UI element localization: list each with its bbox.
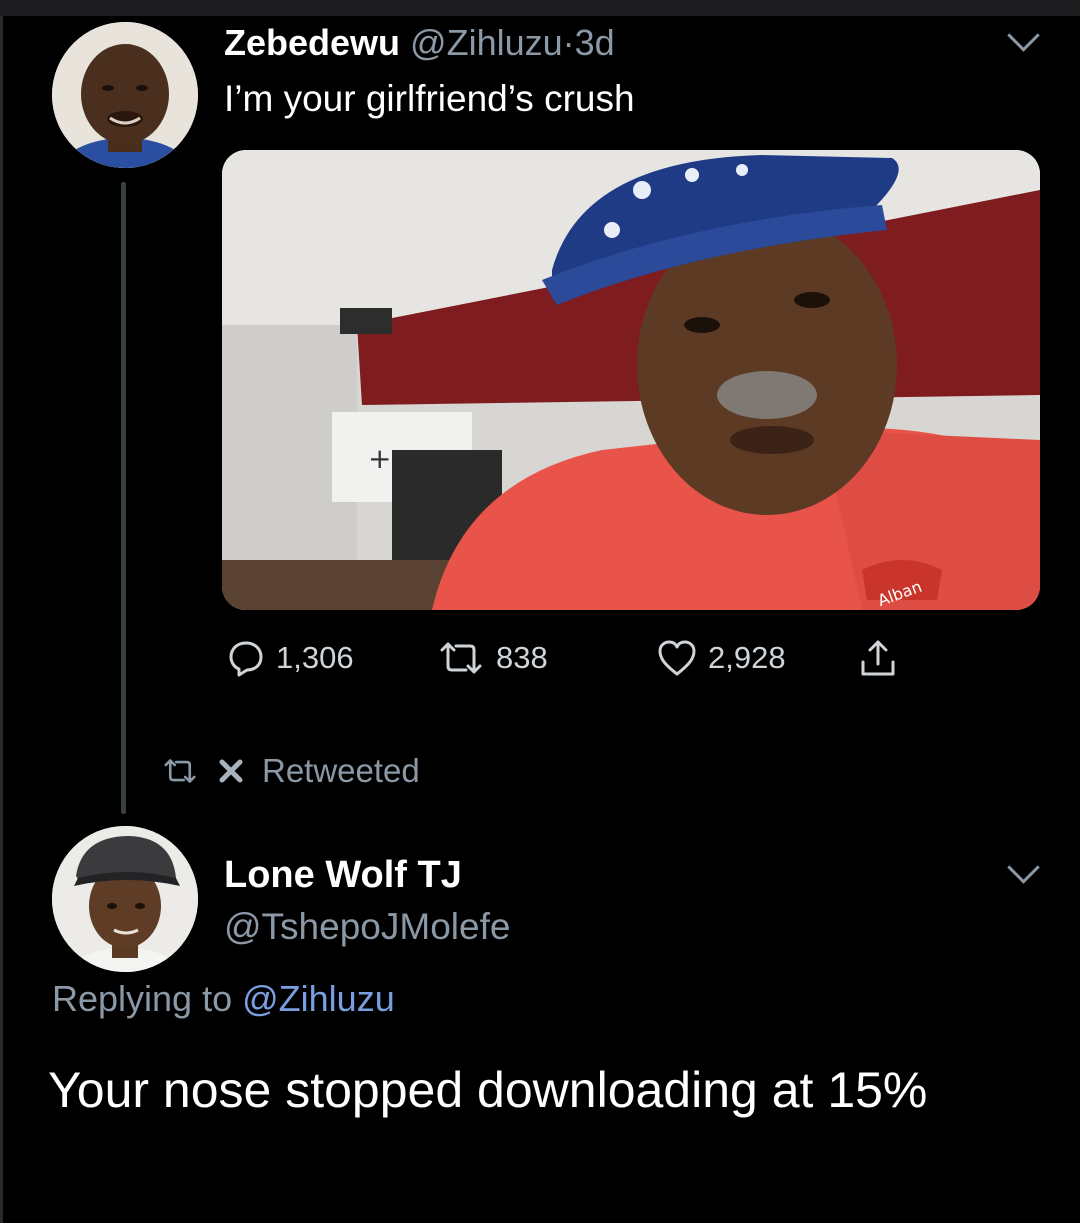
replying-to-line: Replying to @Zihluzu [52, 978, 395, 1020]
top-status-bar [0, 0, 1080, 16]
reply-count: 1,306 [276, 640, 354, 675]
heart-icon [658, 640, 696, 676]
tweet-header: Zebedewu @Zihluzu·3d [224, 22, 615, 64]
reply-action[interactable]: 1,306 [226, 638, 354, 678]
retweeted-label: Retweeted [262, 752, 420, 789]
share-action[interactable] [858, 638, 898, 680]
replying-prefix: Replying to [52, 978, 233, 1019]
replying-to-mention[interactable]: @Zihluzu [242, 978, 395, 1019]
left-edge-border [0, 16, 3, 1223]
chevron-down-icon[interactable] [1007, 19, 1040, 52]
reply-author-name[interactable]: Lone Wolf TJ [224, 854, 462, 897]
reply-bubble-icon [229, 641, 263, 677]
share-icon [861, 640, 895, 676]
tweet-text: I’m your girlfriend’s crush [224, 78, 635, 119]
svg-text:+: + [368, 442, 391, 475]
tweet-photo[interactable]: + Alban [222, 150, 1040, 610]
retweeted-banner: Retweeted [160, 752, 420, 790]
retweet-icon [164, 759, 196, 783]
photo-illustration: + Alban [222, 150, 1040, 610]
retweet-count: 838 [496, 640, 548, 675]
author-display-name[interactable]: Zebedewu [224, 22, 400, 63]
tweet-actions: 1,306 838 2,928 [0, 638, 1080, 682]
author-avatar[interactable] [52, 22, 198, 168]
reply-author-avatar[interactable] [52, 826, 198, 972]
reply-author-handle[interactable]: @TshepoJMolefe [224, 906, 510, 948]
retweet-action[interactable]: 838 [436, 638, 548, 678]
x-close-icon [219, 759, 243, 783]
tweet-time[interactable]: 3d [575, 22, 615, 63]
like-count: 2,928 [708, 640, 786, 675]
time-separator: · [562, 22, 575, 63]
reply-text: Your nose stopped downloading at 15% [48, 1062, 928, 1118]
like-action[interactable]: 2,928 [656, 638, 786, 678]
retweet-icon [440, 642, 482, 674]
chevron-down-icon[interactable] [1007, 851, 1040, 884]
thread-connector-line [121, 182, 126, 814]
author-handle[interactable]: @Zihluzu [410, 22, 563, 63]
